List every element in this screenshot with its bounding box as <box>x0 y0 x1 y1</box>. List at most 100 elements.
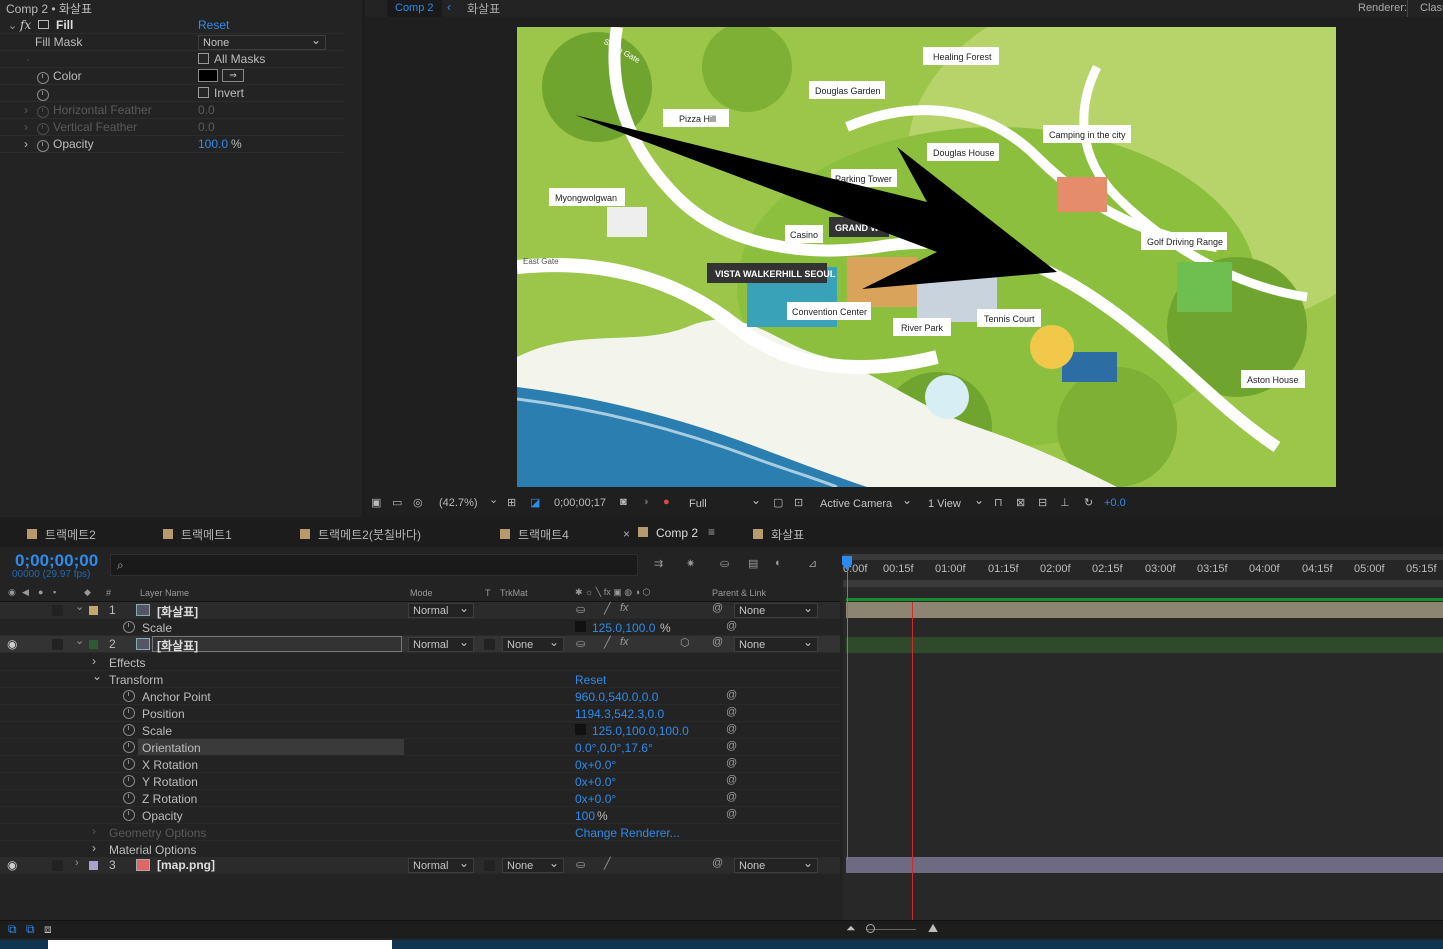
expand-arrow-icon[interactable]: › <box>75 857 79 869</box>
current-time-indicator[interactable] <box>912 602 913 920</box>
stopwatch-icon[interactable] <box>123 707 135 719</box>
fx-icon[interactable]: fx <box>20 18 31 32</box>
expression-icon[interactable]: @ <box>726 774 737 786</box>
expression-icon[interactable]: @ <box>726 689 737 701</box>
monitor-icon[interactable]: ▭ <box>392 496 402 509</box>
position-value[interactable]: 1194.3,542.3,0.0 <box>575 707 664 721</box>
stopwatch-icon[interactable] <box>123 621 135 633</box>
layer-row-2[interactable]: ◉ ⌄ 2 [화살표] Normal None ⛀ ╱ fx ⬡ @ None <box>0 635 840 653</box>
x-rotation-value[interactable]: 0x+0.0° <box>575 758 616 772</box>
expand-arrow-icon[interactable]: › <box>92 841 96 855</box>
quality-switch-icon[interactable]: ╱ <box>604 857 611 870</box>
effects-group-row[interactable]: › Effects <box>0 654 840 671</box>
eye-column-icon[interactable]: ◉ <box>8 587 16 598</box>
stopwatch-icon[interactable] <box>123 690 135 702</box>
close-tab-icon[interactable]: × <box>623 527 630 541</box>
stopwatch-icon[interactable] <box>37 72 49 84</box>
shy-switch-icon[interactable]: ⛀ <box>576 637 585 650</box>
opacity-value[interactable]: 100.0 <box>198 137 228 151</box>
draft-3d-icon[interactable]: ✷ <box>686 557 695 570</box>
current-time[interactable]: 0;00;00;17 <box>554 497 606 509</box>
roi-icon[interactable]: ▢ <box>773 496 783 509</box>
renderer-button[interactable]: Class <box>1407 0 1443 17</box>
stopwatch-icon[interactable] <box>123 758 135 770</box>
tab-track-matte-4[interactable]: 트랙매트4 <box>500 526 569 543</box>
audio-column-icon[interactable]: ◀ <box>22 587 29 598</box>
toggle-switches-icon[interactable]: ⧉ <box>8 922 17 937</box>
tab-track-matte-2-sea[interactable]: 트랙메트2(붓칠바다) <box>300 526 421 543</box>
tab-track-matte-2[interactable]: 트랙메트2 <box>27 526 96 543</box>
expand-arrow-icon[interactable]: › <box>24 120 28 134</box>
shy-layers-icon[interactable]: ⛀ <box>720 557 729 570</box>
pickwhip-icon[interactable]: @ <box>712 602 723 614</box>
collapse-arrow-icon[interactable]: ⌄ <box>92 669 102 683</box>
frame-blending-icon[interactable]: ▤ <box>748 557 758 570</box>
current-timecode[interactable]: 0;00;00;00 <box>15 551 98 571</box>
stopwatch-icon[interactable] <box>123 775 135 787</box>
eyedropper-icon[interactable]: ⇒ <box>222 69 244 82</box>
toggle-render-time-icon[interactable]: ⧈ <box>44 922 52 937</box>
tab-hwasalpyo[interactable]: 화살표 <box>753 526 804 543</box>
transform-reset-link[interactable]: Reset <box>575 673 606 687</box>
channel-icon[interactable]: ● <box>663 496 670 508</box>
expression-icon[interactable]: @ <box>726 808 737 820</box>
pickwhip-icon[interactable]: @ <box>712 857 723 869</box>
opacity-value[interactable]: 100 <box>575 809 595 823</box>
expression-icon[interactable]: @ <box>726 706 737 718</box>
collapse-arrow-icon[interactable]: ⌄ <box>75 600 84 613</box>
tab-track-matte-1[interactable]: 트랙메트1 <box>163 526 232 543</box>
expression-icon[interactable]: @ <box>726 757 737 769</box>
zoom-in-icon[interactable]: ⛰ <box>928 921 938 936</box>
quality-switch-icon[interactable]: ╱ <box>604 602 611 615</box>
expand-arrow-icon[interactable]: › <box>24 103 28 117</box>
blend-mode-dropdown[interactable]: Normal <box>408 601 474 618</box>
mask-view-icon[interactable]: ◎ <box>413 496 423 509</box>
flowchart-icon[interactable]: ⊥ <box>1060 496 1070 509</box>
lock-column-icon[interactable]: ▪ <box>53 587 56 597</box>
shy-switch-icon[interactable]: ⛀ <box>576 603 585 616</box>
transparency-grid-icon[interactable]: ⊡ <box>794 496 803 509</box>
color-swatch[interactable] <box>198 69 218 82</box>
taskbar-search[interactable] <box>48 940 392 949</box>
snapshot-icon[interactable]: ◙ <box>620 496 627 508</box>
zoom-slider-thumb[interactable] <box>866 924 875 933</box>
reset-link[interactable]: Reset <box>198 18 229 32</box>
transform-group-row[interactable]: ⌄ Transform Reset <box>0 669 840 688</box>
layer-name[interactable]: [화살표] <box>152 636 402 653</box>
toggle-modes-icon[interactable]: ⧉ <box>26 922 35 937</box>
expression-icon[interactable]: @ <box>726 740 737 752</box>
composition-canvas[interactable]: South Gate Healing Forest Douglas Garden… <box>517 27 1336 487</box>
orientation-value[interactable]: 0.0°,0.0°,17.6° <box>575 741 653 755</box>
stopwatch-icon[interactable] <box>123 792 135 804</box>
breadcrumb-layer[interactable]: 화살표 <box>467 0 500 17</box>
graph-editor-icon[interactable]: ⊿ <box>808 557 817 570</box>
expression-icon[interactable]: @ <box>726 723 737 735</box>
stopwatch-icon[interactable] <box>37 89 49 101</box>
blend-mode-dropdown[interactable]: Normal <box>408 635 474 652</box>
layer-row-1[interactable]: ⌄ 1 [화살표] Normal ⛀ ╱ fx @ None <box>0 600 840 620</box>
stopwatch-icon[interactable] <box>37 106 49 118</box>
visibility-eye-icon[interactable]: ◉ <box>7 858 17 872</box>
expand-arrow-icon[interactable]: › <box>92 654 96 668</box>
parent-dropdown[interactable]: None <box>734 856 818 873</box>
layer-name[interactable]: [화살표] <box>157 603 198 620</box>
geometry-options-row[interactable]: › Geometry Options Change Renderer... <box>0 824 840 841</box>
stopwatch-icon[interactable] <box>37 123 49 135</box>
exposure-value[interactable]: +0.0 <box>1104 497 1126 509</box>
change-renderer-link[interactable]: Change Renderer... <box>575 826 680 840</box>
pickwhip-icon[interactable]: @ <box>712 636 723 648</box>
tab-menu-icon[interactable]: ≡ <box>708 525 715 539</box>
layer3-track-bar[interactable] <box>846 857 1443 873</box>
time-ruler[interactable]: 0:00f 00:15f 01:00f 01:15f 02:00f 02:15f… <box>843 554 1443 587</box>
collapse-arrow-icon[interactable]: ⌄ <box>8 19 17 32</box>
tab-comp2[interactable]: Comp 2 <box>638 526 698 540</box>
toggle-pixel-icon[interactable]: ⊓ <box>994 496 1003 509</box>
parent-dropdown[interactable]: None <box>734 635 818 652</box>
layer-search-input[interactable]: ⌕ <box>110 554 638 576</box>
tab-comp2[interactable]: Comp 2 <box>387 0 442 17</box>
layer-label-color[interactable] <box>89 640 98 649</box>
all-masks-checkbox[interactable] <box>198 53 209 64</box>
magnification-dropdown[interactable]: (42.7%) <box>439 497 478 509</box>
stopwatch-icon[interactable] <box>37 140 49 152</box>
comp-mini-flowchart-icon[interactable]: ⇉ <box>654 557 663 570</box>
